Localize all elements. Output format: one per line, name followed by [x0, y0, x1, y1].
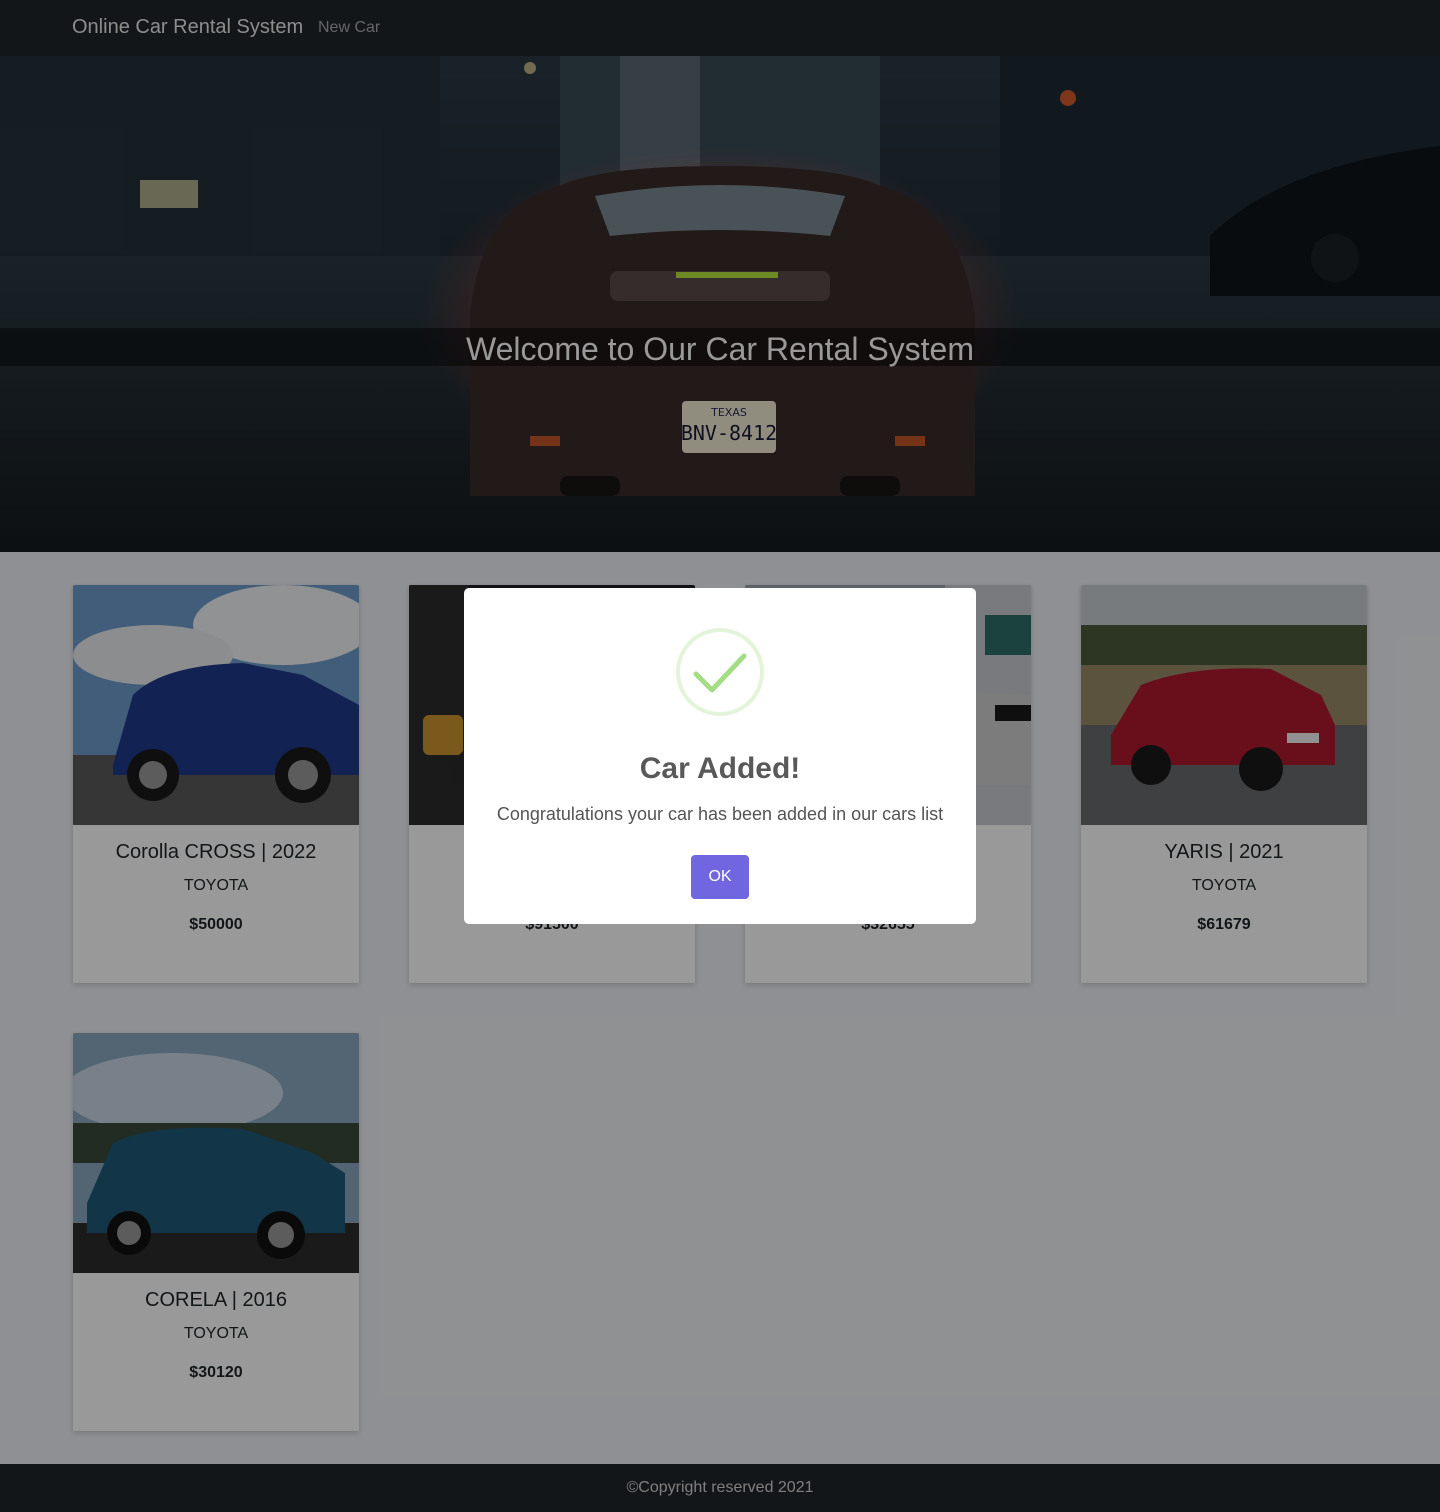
ok-button[interactable]: OK	[691, 855, 749, 899]
success-dialog: Car Added! Congratulations your car has …	[464, 588, 976, 924]
dialog-message: Congratulations your car has been added …	[496, 804, 944, 824]
dialog-title: Car Added!	[639, 752, 801, 785]
check-icon	[676, 628, 764, 716]
